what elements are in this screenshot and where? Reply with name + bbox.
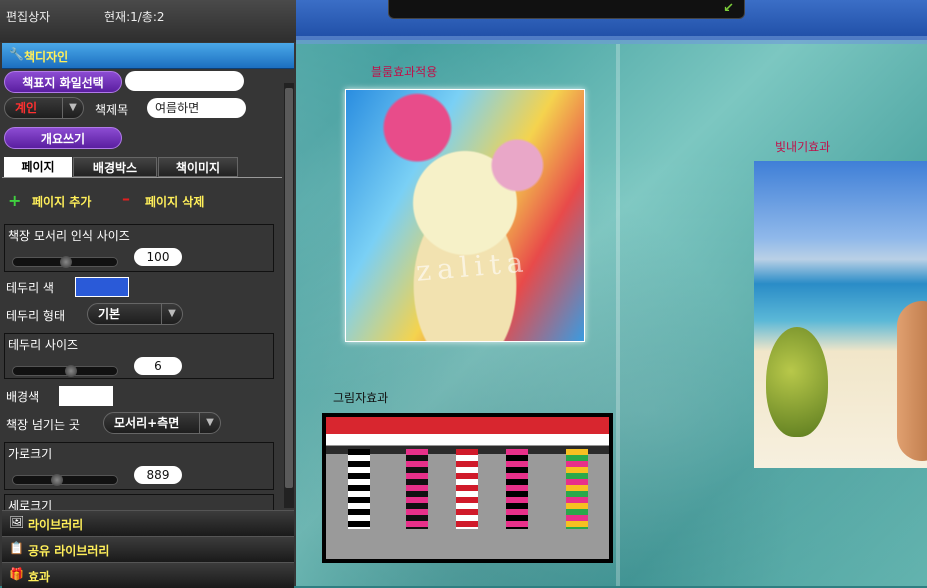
section-library-label: 라이브러리 <box>28 518 84 532</box>
add-page-button[interactable]: 페이지 추가 <box>32 193 91 210</box>
section-book-design[interactable]: 🔧 책디자인 <box>2 43 294 69</box>
bg-color-swatch[interactable] <box>59 386 113 406</box>
cupcake-photo[interactable]: zalita <box>345 89 585 342</box>
border-style-value: 기본 <box>98 307 121 321</box>
width-value[interactable]: 889 <box>134 466 182 484</box>
gift-icon: 🎁 <box>9 567 24 581</box>
width-slider[interactable] <box>12 474 118 486</box>
clipboard-icon: 📋 <box>9 541 24 555</box>
section-effects-label: 효과 <box>28 570 51 584</box>
sock-shape <box>406 449 428 529</box>
wrench-icon: 🔧 <box>9 47 24 61</box>
page-turn-select[interactable]: 모서리+측면 ▼ <box>103 412 221 434</box>
chevron-down-icon: ▼ <box>199 413 220 433</box>
image-icon: 🖼 <box>9 515 25 529</box>
section-effects[interactable]: 🎁 효과 <box>2 562 294 588</box>
cover-file-field[interactable] <box>125 71 244 91</box>
sock-shape <box>348 449 370 529</box>
section-shared-library[interactable]: 📋 공유 라이브러리 <box>2 536 294 562</box>
caption-shadow: 그림자효과 <box>333 391 389 405</box>
border-style-label: 테두리 형태 <box>6 309 66 323</box>
panel-header: 편집상자 현재:1/총:2 <box>0 0 296 42</box>
photo-watermark: zalita <box>414 245 531 288</box>
socks-photo[interactable] <box>322 413 613 563</box>
tab-background-box[interactable]: 배경박스 <box>73 157 157 177</box>
tab-divider <box>2 177 282 178</box>
slider-knob[interactable] <box>60 256 72 268</box>
summary-button[interactable]: 개요쓰기 <box>4 127 122 149</box>
caption-glow: 빛내기효과 <box>775 140 831 154</box>
border-size-value[interactable]: 6 <box>134 357 182 375</box>
section-book-design-label: 책디자인 <box>24 50 69 64</box>
edit-panel: 편집상자 현재:1/총:2 🔧 책디자인 책표지 화일선택 계인 ▼ 책제목 여… <box>0 0 296 588</box>
canvas-top-bar-shade <box>295 36 927 44</box>
plus-icon[interactable]: + <box>8 191 21 210</box>
minus-icon[interactable]: – <box>122 189 130 208</box>
book-title-label: 책제목 <box>95 103 129 117</box>
chevron-down-icon: ▼ <box>62 98 83 118</box>
delete-page-button[interactable]: 페이지 삭제 <box>145 193 204 210</box>
corner-size-value[interactable]: 100 <box>134 248 182 266</box>
border-color-swatch[interactable] <box>75 277 129 297</box>
book-title-input[interactable]: 여름하면 <box>147 98 246 118</box>
slider-knob[interactable] <box>50 474 63 486</box>
hand-shape <box>897 301 927 461</box>
caption-blur: 블룸효과적용 <box>371 65 438 79</box>
top-toolbar: ↙ <box>388 0 745 19</box>
beach-photo[interactable] <box>754 161 927 468</box>
border-size-label: 테두리 사이즈 <box>8 338 79 352</box>
section-library[interactable]: 🖼 라이브러리 <box>2 510 294 536</box>
width-label: 가로크기 <box>8 447 53 461</box>
panel-scrollbar[interactable] <box>284 83 294 508</box>
corner-size-slider[interactable] <box>12 256 118 268</box>
coconut-shape <box>766 327 828 437</box>
border-style-select[interactable]: 기본 ▼ <box>87 303 183 325</box>
border-color-label: 테두리 색 <box>6 281 54 295</box>
tab-book-image[interactable]: 책이미지 <box>158 157 238 177</box>
sock-shape <box>506 449 528 529</box>
page-turn-value: 모서리+측면 <box>114 416 180 430</box>
tab-page[interactable]: 페이지 <box>4 157 72 177</box>
slider-knob[interactable] <box>64 365 77 377</box>
scrollbar-thumb[interactable] <box>285 88 293 488</box>
bg-color-label: 배경색 <box>6 390 40 404</box>
book-spine <box>616 44 620 586</box>
collapse-arrow-icon[interactable]: ↙ <box>723 1 734 16</box>
cover-file-button[interactable]: 책표지 화일선택 <box>4 71 122 93</box>
chevron-down-icon: ▼ <box>161 304 182 324</box>
panel-title: 편집상자 <box>6 10 51 24</box>
corner-size-label: 책장 모서리 인식 사이즈 <box>8 229 130 243</box>
sock-shape <box>566 449 588 529</box>
color-select[interactable]: 계인 ▼ <box>4 97 84 119</box>
section-shared-library-label: 공유 라이브러리 <box>28 544 110 558</box>
color-select-value: 계인 <box>15 101 38 115</box>
sock-shape <box>456 449 478 529</box>
page-turn-label: 책장 넘기는 곳 <box>6 418 80 432</box>
border-size-slider[interactable] <box>12 365 118 377</box>
page-counter: 현재:1/총:2 <box>104 10 165 24</box>
